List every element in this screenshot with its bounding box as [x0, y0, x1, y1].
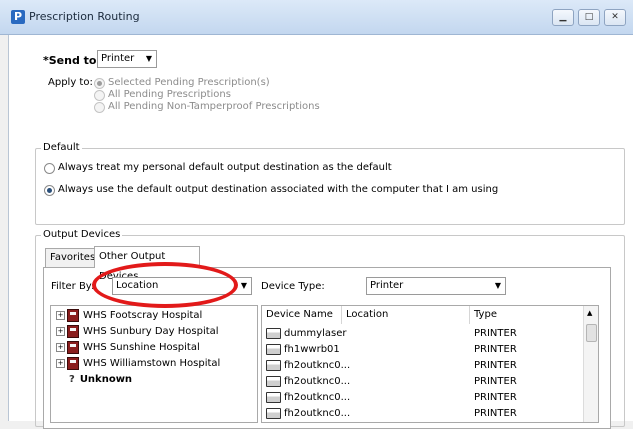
window-title: Prescription Routing — [29, 10, 140, 23]
device-row[interactable]: fh2outknc0... — [266, 390, 350, 406]
computer-default-label: Always use the default output destinatio… — [58, 184, 499, 195]
question-icon: ? — [69, 374, 75, 385]
personal-default-label: Always treat my personal default output … — [58, 162, 392, 173]
close-button[interactable]: ✕ — [604, 9, 626, 26]
device-row[interactable]: fh2outknc0... — [266, 406, 350, 422]
printer-icon — [266, 343, 281, 355]
device-type-cell: PRINTER — [474, 408, 517, 419]
apply-selected-radio[interactable] — [94, 78, 105, 89]
tab-other-output-devices[interactable]: Other Output Devices — [94, 246, 200, 282]
column-header-type[interactable]: Type — [470, 306, 584, 324]
device-type-cell: PRINTER — [474, 376, 517, 387]
filter-by-label: Filter By: — [51, 281, 95, 292]
scroll-up-icon[interactable]: ▲ — [587, 309, 592, 317]
apply-all-label: All Pending Prescriptions — [108, 89, 231, 100]
device-row[interactable]: fh2outknc0... — [266, 358, 350, 374]
device-type-dropdown[interactable]: Printer ▼ — [366, 277, 506, 295]
send-to-label: *Send to: — [43, 54, 101, 67]
title-bar: P Prescription Routing ▁ □ ✕ — [0, 0, 633, 35]
tree-item-sunshine[interactable]: + WHS Sunshine Hospital — [56, 340, 200, 356]
hospital-icon — [67, 356, 79, 370]
device-type-value: Printer — [370, 280, 404, 291]
minimize-button[interactable]: ▁ — [552, 9, 574, 26]
device-list-scrollbar[interactable]: ▲ — [583, 306, 598, 422]
apply-non-tamperproof-label: All Pending Non-Tamperproof Prescription… — [108, 101, 320, 112]
expand-icon[interactable]: + — [56, 342, 65, 352]
tree-item-footscray[interactable]: + WHS Footscray Hospital — [56, 308, 202, 324]
hospital-icon — [67, 340, 79, 354]
device-row[interactable]: fh1wwrb01 — [266, 342, 340, 358]
app-icon: P — [11, 10, 25, 24]
send-to-value: Printer — [101, 53, 135, 64]
hospital-icon — [67, 324, 79, 338]
expand-icon[interactable]: + — [56, 310, 65, 320]
maximize-button[interactable]: □ — [578, 9, 600, 26]
printer-icon — [266, 407, 281, 419]
device-type-cell: PRINTER — [474, 392, 517, 403]
apply-non-tamperproof-radio[interactable] — [94, 102, 105, 113]
apply-to-label: Apply to: — [48, 77, 93, 88]
device-list[interactable]: Device Name Location Type dummylaser PRI… — [261, 305, 599, 423]
chevron-down-icon: ▼ — [145, 54, 152, 63]
device-type-cell: PRINTER — [474, 344, 517, 355]
column-header-device-name[interactable]: Device Name — [262, 306, 342, 324]
chevron-down-icon: ▼ — [494, 281, 501, 290]
tab-favorites[interactable]: Favorites — [45, 248, 95, 267]
tree-item-unknown[interactable]: ? Unknown — [69, 372, 132, 388]
apply-all-radio[interactable] — [94, 90, 105, 101]
default-group-title: Default — [41, 142, 82, 153]
computer-default-radio[interactable] — [44, 185, 55, 196]
printer-icon — [266, 359, 281, 371]
column-header-location[interactable]: Location — [342, 306, 470, 324]
dialog-body: *Send to: Printer ▼ Apply to: Selected P… — [8, 35, 633, 429]
scrollbar-thumb[interactable] — [586, 324, 597, 342]
tree-item-sunbury[interactable]: + WHS Sunbury Day Hospital — [56, 324, 219, 340]
expand-icon[interactable]: + — [56, 326, 65, 336]
printer-icon — [266, 375, 281, 387]
filter-by-dropdown[interactable]: Location ▼ — [112, 277, 252, 295]
chevron-down-icon: ▼ — [240, 281, 247, 290]
printer-icon — [266, 391, 281, 403]
device-type-cell: PRINTER — [474, 360, 517, 371]
device-type-label: Device Type: — [261, 281, 325, 292]
printer-icon — [266, 327, 281, 339]
output-devices-title: Output Devices — [41, 229, 123, 240]
location-tree[interactable]: + WHS Footscray Hospital + WHS Sunbury Day… — [50, 305, 258, 423]
tree-item-williamstown[interactable]: + WHS Williamstown Hospital — [56, 356, 220, 372]
device-row[interactable]: fh2outknc0... — [266, 374, 350, 390]
send-to-dropdown[interactable]: Printer ▼ — [97, 50, 157, 68]
filter-by-value: Location — [116, 280, 159, 291]
apply-selected-label: Selected Pending Prescription(s) — [108, 77, 270, 88]
hospital-icon — [67, 308, 79, 322]
device-type-cell: PRINTER — [474, 328, 517, 339]
expand-icon[interactable]: + — [56, 358, 65, 368]
personal-default-radio[interactable] — [44, 163, 55, 174]
device-row[interactable]: dummylaser — [266, 326, 346, 342]
